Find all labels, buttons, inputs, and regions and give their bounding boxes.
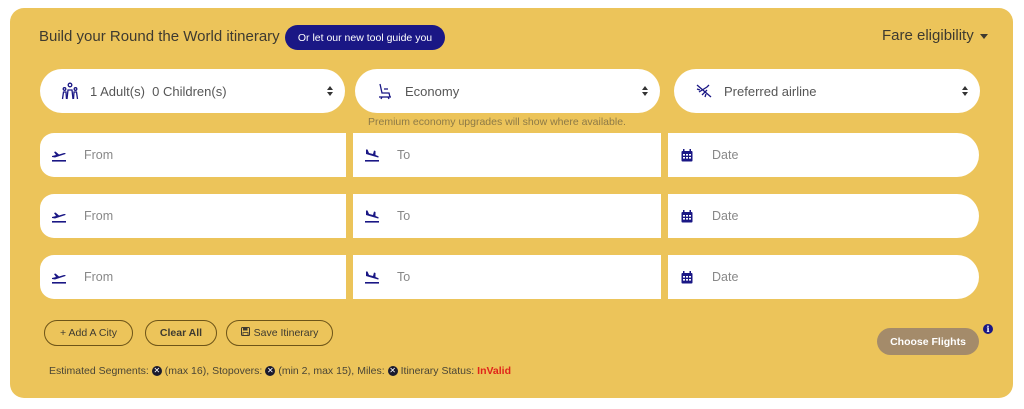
date-input[interactable]	[710, 269, 914, 285]
family-icon	[60, 81, 80, 101]
fare-eligibility-label: Fare eligibility	[882, 27, 974, 44]
cabin-select[interactable]: Economy	[355, 69, 660, 113]
save-itinerary-label: Save Itinerary	[253, 327, 319, 339]
plane-icon	[694, 81, 714, 101]
landing-icon	[363, 146, 381, 164]
calendar-icon	[678, 268, 696, 286]
choose-flights-button[interactable]: Choose Flights	[877, 328, 979, 355]
calendar-icon	[678, 207, 696, 225]
itinerary-status: Estimated Segments: ✕ (max 16), Stopover…	[49, 365, 511, 377]
caret-down-icon	[979, 33, 988, 39]
x-circle-icon: ✕	[387, 366, 398, 376]
date-field[interactable]	[668, 194, 979, 238]
fare-eligibility-dropdown[interactable]: Fare eligibility	[882, 27, 988, 44]
landing-icon	[363, 207, 381, 225]
airline-select[interactable]: Preferred airline	[674, 69, 980, 113]
itinerary-panel: Build your Round the World itinerary Or …	[10, 8, 1013, 398]
from-field[interactable]	[40, 194, 346, 238]
guide-me-button[interactable]: Or let our new tool guide you	[285, 25, 445, 50]
info-icon[interactable]: i	[983, 324, 993, 334]
stopovers-limit: (min 2, max 15),	[278, 365, 355, 377]
miles-label: Miles:	[357, 365, 385, 377]
page-title: Build your Round the World itinerary	[39, 28, 280, 45]
date-input[interactable]	[710, 147, 914, 163]
takeoff-icon	[50, 268, 68, 286]
cabin-value: Economy	[405, 83, 460, 99]
stopovers-label: Stopovers:	[212, 365, 263, 377]
clear-all-button[interactable]: Clear All	[145, 320, 217, 346]
date-field[interactable]	[668, 255, 979, 299]
segments-label: Estimated Segments:	[49, 365, 149, 377]
from-input[interactable]	[82, 269, 286, 285]
to-input[interactable]	[395, 269, 599, 285]
to-field[interactable]	[353, 255, 661, 299]
from-field[interactable]	[40, 255, 346, 299]
x-circle-icon: ✕	[265, 366, 276, 376]
airline-value: Preferred airline	[724, 83, 817, 99]
select-arrows-icon	[327, 86, 333, 96]
from-field[interactable]	[40, 133, 346, 177]
from-input[interactable]	[82, 208, 286, 224]
cabin-hint: Premium economy upgrades will show where…	[368, 116, 626, 128]
takeoff-icon	[50, 146, 68, 164]
x-circle-icon: ✕	[151, 366, 162, 376]
seat-icon	[375, 81, 395, 101]
calendar-icon	[678, 146, 696, 164]
date-input[interactable]	[710, 208, 914, 224]
takeoff-icon	[50, 207, 68, 225]
passengers-value: 1 Adult(s) 0 Children(s)	[90, 83, 227, 99]
landing-icon	[363, 268, 381, 286]
select-arrows-icon	[962, 86, 968, 96]
save-icon	[240, 327, 250, 339]
itinerary-status-label: Itinerary Status:	[400, 365, 475, 377]
to-field[interactable]	[353, 194, 661, 238]
segments-limit: (max 16),	[164, 365, 210, 377]
add-city-button[interactable]: + Add A City	[44, 320, 133, 346]
from-input[interactable]	[82, 147, 286, 163]
to-input[interactable]	[395, 208, 599, 224]
date-field[interactable]	[668, 133, 979, 177]
select-arrows-icon	[642, 86, 648, 96]
to-input[interactable]	[395, 147, 599, 163]
passengers-select[interactable]: 1 Adult(s) 0 Children(s)	[40, 69, 345, 113]
save-itinerary-button[interactable]: Save Itinerary	[226, 320, 333, 346]
itinerary-status-value: InValid	[477, 365, 511, 377]
to-field[interactable]	[353, 133, 661, 177]
